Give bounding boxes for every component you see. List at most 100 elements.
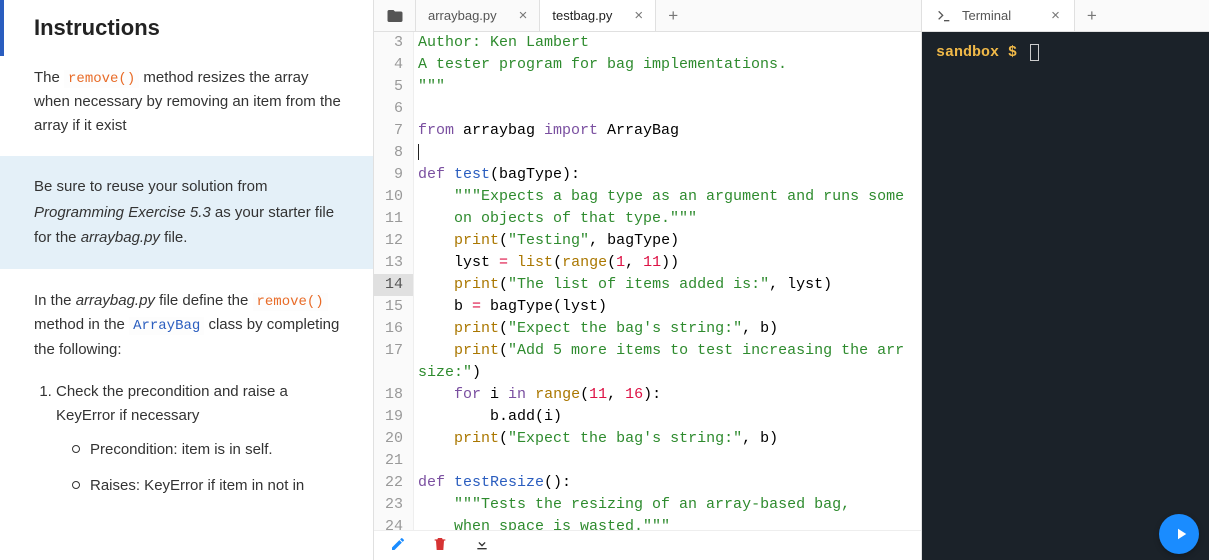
code-line[interactable]: 20 print("Expect the bag's string:", b) [374, 428, 921, 450]
code-line[interactable]: 22def testResize(): [374, 472, 921, 494]
code-content[interactable]: def testResize(): [414, 472, 571, 494]
code-content[interactable] [414, 450, 418, 472]
instructions-title: Instructions [34, 15, 343, 41]
code-line[interactable]: 17 print("Add 5 more items to test incre… [374, 340, 921, 362]
line-number: 21 [374, 450, 414, 472]
editor-tabs: arraybag.py × testbag.py × + [374, 0, 921, 32]
edit-button[interactable] [390, 536, 406, 555]
code-line[interactable]: 11 on objects of that type.""" [374, 208, 921, 230]
tab-arraybag[interactable]: arraybag.py × [416, 0, 540, 31]
code-content[interactable]: print("Testing", bagType) [414, 230, 679, 252]
code-content[interactable]: def test(bagType): [414, 164, 580, 186]
code-editor[interactable]: 3Author: Ken Lambert4A tester program fo… [374, 32, 921, 530]
editor-cursor [418, 144, 419, 160]
code-content[interactable]: """Tests the resizing of an array-based … [414, 494, 850, 516]
line-number [374, 362, 414, 384]
code-content[interactable]: size:") [414, 362, 481, 384]
line-number: 22 [374, 472, 414, 494]
code-content[interactable]: when space is wasted.""" [414, 516, 670, 530]
add-tab-button[interactable]: + [656, 0, 690, 31]
code-line[interactable]: 18 for i in range(11, 16): [374, 384, 921, 406]
line-number: 17 [374, 340, 414, 362]
code-content[interactable]: Author: Ken Lambert [414, 32, 589, 54]
terminal-icon [936, 8, 952, 24]
delete-button[interactable] [432, 536, 448, 555]
code-content[interactable]: print("Expect the bag's string:", b) [414, 318, 778, 340]
code-content[interactable]: from arraybag import ArrayBag [414, 120, 679, 142]
line-number: 18 [374, 384, 414, 406]
code-content[interactable]: lyst = list(range(1, 11)) [414, 252, 679, 274]
terminal-cursor [1030, 44, 1039, 61]
line-number: 12 [374, 230, 414, 252]
tab-testbag[interactable]: testbag.py × [540, 0, 656, 31]
line-number: 10 [374, 186, 414, 208]
code-remove-2: remove() [253, 293, 328, 311]
code-arraybag: ArrayBag [129, 317, 204, 335]
play-icon [1172, 525, 1190, 543]
line-number: 5 [374, 76, 414, 98]
code-line[interactable]: size:") [374, 362, 921, 384]
instructions-p2: In the arraybag.py file define the remov… [34, 289, 343, 362]
code-line[interactable]: 9def test(bagType): [374, 164, 921, 186]
line-number: 16 [374, 318, 414, 340]
editor-toolbar [374, 530, 921, 560]
code-line[interactable]: 4A tester program for bag implementation… [374, 54, 921, 76]
close-icon[interactable]: × [1051, 7, 1060, 24]
line-number: 15 [374, 296, 414, 318]
code-content[interactable]: b = bagType(lyst) [414, 296, 607, 318]
code-line[interactable]: 5""" [374, 76, 921, 98]
add-terminal-button[interactable]: + [1075, 0, 1109, 31]
run-button[interactable] [1159, 514, 1199, 554]
terminal-tab[interactable]: Terminal × [922, 0, 1075, 31]
download-button[interactable] [474, 536, 490, 555]
code-line[interactable]: 23 """Tests the resizing of an array-bas… [374, 494, 921, 516]
instructions-p1: The remove() method resizes the array wh… [34, 66, 343, 138]
code-content[interactable] [414, 98, 418, 120]
line-number: 8 [374, 142, 414, 164]
code-content[interactable]: A tester program for bag implementations… [414, 54, 787, 76]
code-content[interactable] [414, 142, 419, 164]
code-remove: remove() [64, 70, 139, 88]
folder-icon [386, 7, 404, 25]
close-icon[interactable]: × [634, 7, 643, 24]
code-line[interactable]: 3Author: Ken Lambert [374, 32, 921, 54]
terminal-tab-label: Terminal [962, 8, 1011, 23]
instructions-header: Instructions [0, 0, 373, 56]
line-number: 3 [374, 32, 414, 54]
code-content[interactable]: """Expects a bag type as an argument and… [414, 186, 904, 208]
code-line[interactable]: 19 b.add(i) [374, 406, 921, 428]
code-line[interactable]: 14 print("The list of items added is:", … [374, 274, 921, 296]
code-line[interactable]: 7from arraybag import ArrayBag [374, 120, 921, 142]
tab-label: testbag.py [552, 8, 612, 23]
line-number: 24 [374, 516, 414, 530]
terminal-prompt: sandbox $ [936, 44, 1017, 61]
code-content[interactable]: print("Add 5 more items to test increasi… [414, 340, 904, 362]
code-content[interactable]: on objects of that type.""" [414, 208, 697, 230]
code-line[interactable]: 16 print("Expect the bag's string:", b) [374, 318, 921, 340]
terminal-panel: Terminal × + sandbox $ [922, 0, 1209, 560]
close-icon[interactable]: × [519, 7, 528, 24]
code-content[interactable]: for i in range(11, 16): [414, 384, 661, 406]
code-line[interactable]: 6 [374, 98, 921, 120]
code-line[interactable]: 12 print("Testing", bagType) [374, 230, 921, 252]
editor-panel: arraybag.py × testbag.py × + 3Author: Ke… [374, 0, 922, 560]
code-content[interactable]: print("Expect the bag's string:", b) [414, 428, 778, 450]
sub-precondition: Precondition: item is in self. [68, 438, 343, 462]
instructions-callout: Be sure to reuse your solution from Prog… [0, 156, 373, 269]
code-content[interactable]: """ [414, 76, 445, 98]
code-line[interactable]: 21 [374, 450, 921, 472]
code-content[interactable]: b.add(i) [414, 406, 562, 428]
instructions-body: The remove() method resizes the array wh… [0, 56, 373, 532]
terminal-body[interactable]: sandbox $ [922, 32, 1209, 560]
line-number: 9 [374, 164, 414, 186]
code-line[interactable]: 8 [374, 142, 921, 164]
folder-button[interactable] [374, 0, 416, 31]
line-number: 4 [374, 54, 414, 76]
instructions-panel: Instructions The remove() method resizes… [0, 0, 374, 560]
code-line[interactable]: 10 """Expects a bag type as an argument … [374, 186, 921, 208]
line-number: 6 [374, 98, 414, 120]
code-line[interactable]: 15 b = bagType(lyst) [374, 296, 921, 318]
code-line[interactable]: 13 lyst = list(range(1, 11)) [374, 252, 921, 274]
code-content[interactable]: print("The list of items added is:", lys… [414, 274, 832, 296]
code-line[interactable]: 24 when space is wasted.""" [374, 516, 921, 530]
